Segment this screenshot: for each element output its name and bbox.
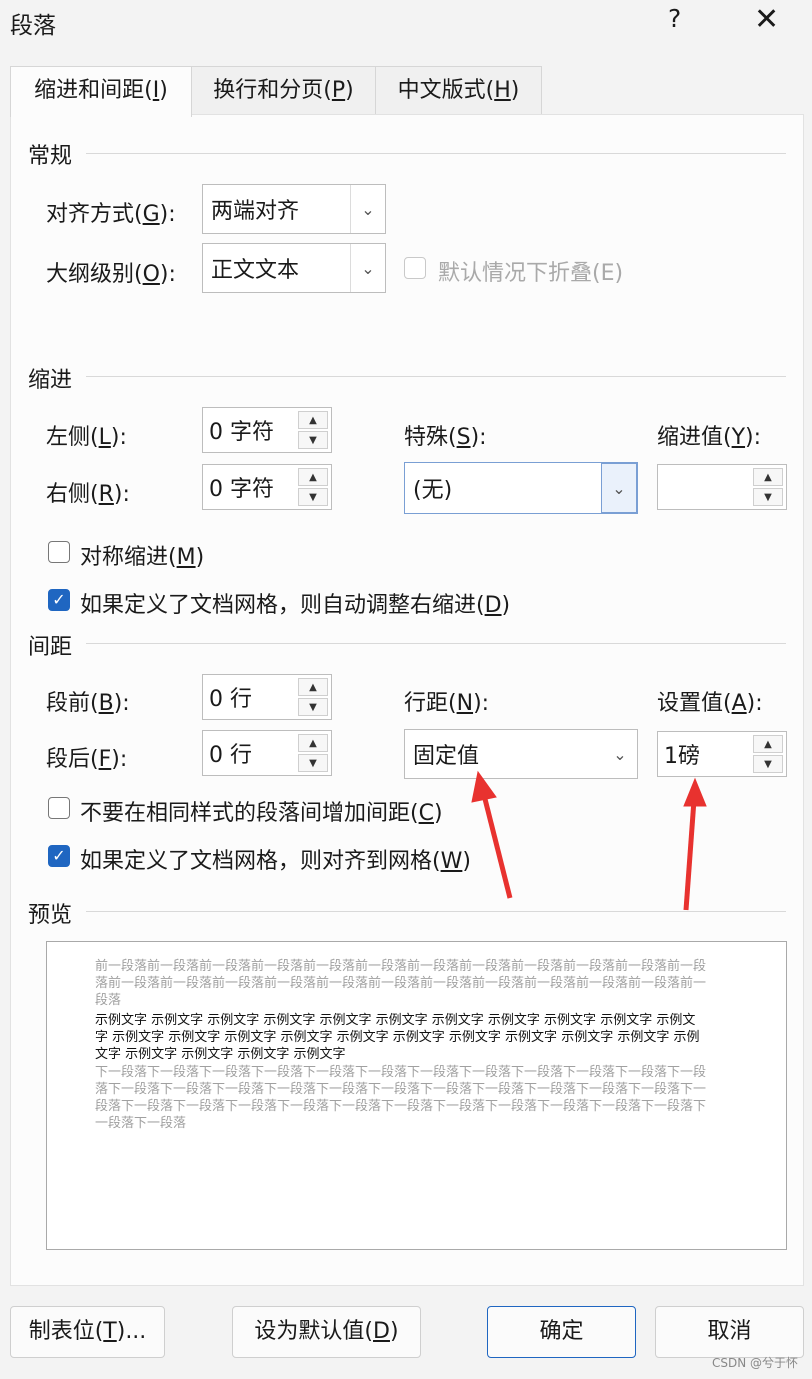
button-label-end: )... — [116, 1319, 147, 1344]
annotation-arrow-2-shaft — [683, 799, 697, 911]
accesskey: D — [373, 1319, 390, 1344]
accesskey: T — [103, 1319, 117, 1344]
annotation-arrow-1-head — [471, 770, 497, 803]
annotation-arrow-1-shaft — [481, 794, 513, 899]
set-default-button[interactable]: 设为默认值(D) — [232, 1306, 421, 1358]
tabs-button[interactable]: 制表位(T)... — [10, 1306, 165, 1358]
button-label-end: ) — [389, 1319, 399, 1344]
button-label: 制表位( — [28, 1319, 104, 1344]
button-label: 设为默认值( — [254, 1319, 374, 1344]
cancel-button[interactable]: 取消 — [655, 1306, 804, 1358]
annotation-arrows — [471, 770, 707, 911]
annotation-arrow-2-head — [683, 777, 707, 807]
tab-label-end: ) — [159, 78, 168, 103]
tab-indent-spacing[interactable]: 缩进和间距(I) — [10, 66, 192, 117]
ok-button[interactable]: 确定 — [487, 1306, 636, 1358]
tab-label: 缩进和间距( — [34, 78, 153, 103]
watermark: CSDN @兮于怀 — [711, 1356, 798, 1370]
